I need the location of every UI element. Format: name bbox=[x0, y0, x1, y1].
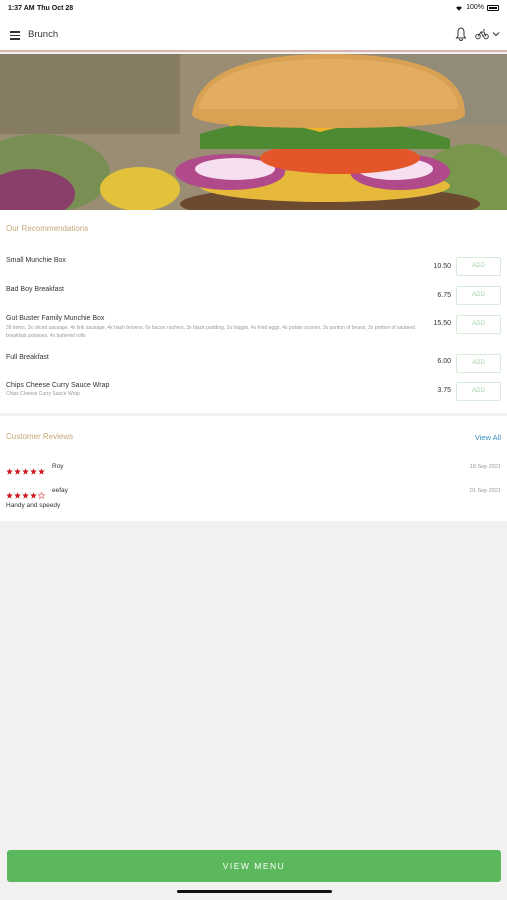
star-filled-icon bbox=[14, 468, 21, 475]
chevron-down-icon[interactable] bbox=[492, 30, 500, 38]
star-filled-icon bbox=[14, 492, 21, 499]
star-filled-icon bbox=[30, 492, 37, 499]
delivery-bike-icon[interactable] bbox=[475, 28, 489, 40]
review-item: Roy 18 Sep 2021 bbox=[6, 463, 501, 481]
item-name: Chips Cheese Curry Sauce Wrap bbox=[6, 382, 110, 389]
item-description: Chips Cheese Curry Sauce Wrap bbox=[6, 391, 80, 397]
star-rating bbox=[6, 468, 45, 475]
star-filled-icon bbox=[6, 492, 13, 499]
item-description: 39 items, 3x sliced sausage, 4x link sau… bbox=[6, 325, 415, 339]
star-filled-icon bbox=[22, 492, 29, 499]
review-text: Handy and speedy bbox=[6, 502, 61, 509]
add-button[interactable]: ADD bbox=[456, 257, 501, 276]
reviews-title: Customer Reviews bbox=[6, 432, 74, 441]
item-price: 15.50 bbox=[433, 320, 451, 327]
reviewer-name: Roy bbox=[52, 463, 64, 470]
add-button[interactable]: ADD bbox=[456, 382, 501, 401]
hero-food-image bbox=[0, 54, 507, 210]
page-title: Brunch bbox=[28, 29, 59, 40]
item-price: 3.75 bbox=[437, 387, 451, 394]
battery-percent: 100% bbox=[466, 4, 484, 11]
item-price: 6.75 bbox=[437, 292, 451, 299]
status-bar: 1:37 AM Thu Oct 28 100% bbox=[0, 0, 507, 18]
burger-illustration bbox=[0, 54, 507, 210]
bell-icon[interactable] bbox=[455, 27, 467, 41]
recommendations-section: Our Recommendations Small Munchie Box 10… bbox=[0, 210, 507, 413]
item-price: 10.50 bbox=[433, 263, 451, 270]
item-name: Small Munchie Box bbox=[6, 257, 66, 264]
recommendation-item[interactable]: Small Munchie Box 10.50 ADD bbox=[6, 257, 501, 276]
review-item: eefay 01 Sep 2021 Handy and speedy bbox=[6, 487, 501, 509]
add-button[interactable]: ADD bbox=[456, 354, 501, 373]
status-date: Thu Oct 28 bbox=[37, 5, 74, 12]
review-date: 01 Sep 2021 bbox=[469, 488, 501, 494]
star-filled-icon bbox=[30, 468, 37, 475]
item-name: Full Breakfast bbox=[6, 354, 49, 361]
battery-icon bbox=[487, 4, 499, 11]
wifi-icon bbox=[456, 5, 463, 11]
item-name: Gut Buster Family Munchie Box bbox=[6, 315, 105, 322]
item-name: Bad Boy Breakfast bbox=[6, 286, 64, 293]
customer-reviews-section: Customer Reviews View All Roy 18 Sep 202… bbox=[0, 416, 507, 521]
star-rating bbox=[6, 492, 45, 500]
app-header: Brunch bbox=[0, 18, 507, 52]
home-indicator bbox=[177, 890, 332, 893]
recommendation-item[interactable]: Gut Buster Family Munchie Box 39 items, … bbox=[6, 315, 501, 340]
recommendations-title: Our Recommendations bbox=[6, 224, 89, 233]
add-button[interactable]: ADD bbox=[456, 286, 501, 305]
star-filled-icon bbox=[38, 468, 45, 475]
recommendation-item[interactable]: Full Breakfast 6.00 ADD bbox=[6, 354, 501, 373]
recommendation-item[interactable]: Chips Cheese Curry Sauce Wrap Chips Chee… bbox=[6, 382, 501, 401]
view-menu-button[interactable]: VIEW MENU bbox=[7, 850, 501, 882]
review-date: 18 Sep 2021 bbox=[469, 464, 501, 470]
status-time: 1:37 AM bbox=[8, 5, 35, 12]
reviewer-name: eefay bbox=[52, 487, 68, 494]
add-button[interactable]: ADD bbox=[456, 315, 501, 334]
star-filled-icon bbox=[22, 468, 29, 475]
star-empty-icon bbox=[38, 492, 45, 500]
item-price: 6.00 bbox=[437, 358, 451, 365]
recommendation-item[interactable]: Bad Boy Breakfast 6.75 ADD bbox=[6, 286, 501, 305]
view-all-link[interactable]: View All bbox=[475, 433, 501, 442]
star-filled-icon bbox=[6, 468, 13, 475]
hamburger-menu-icon[interactable] bbox=[10, 31, 20, 40]
